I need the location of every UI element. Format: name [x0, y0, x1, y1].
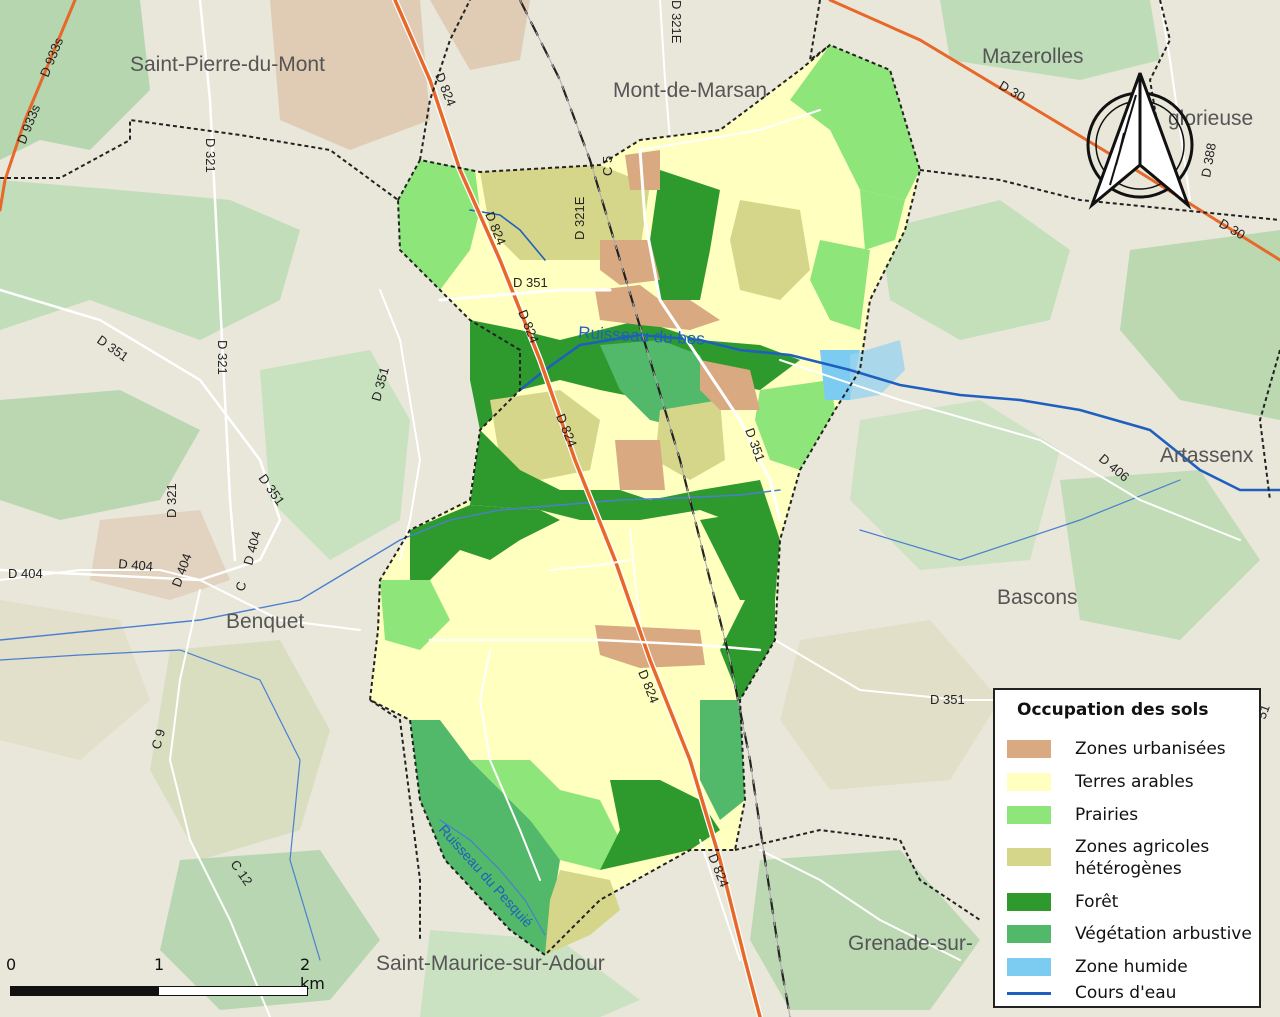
- legend-swatch: [1007, 848, 1051, 866]
- legend: Occupation des sols Zones urbanisées Ter…: [993, 688, 1261, 1008]
- road-c5: C 5: [600, 156, 615, 176]
- legend-item-forest: Forêt: [1007, 887, 1257, 917]
- legend-item-water: Cours d'eau: [1007, 978, 1257, 1008]
- road-d351-a: D 351: [513, 275, 548, 290]
- scale-segment-filled: [10, 986, 160, 996]
- legend-label: Zones urbanisées: [1075, 739, 1226, 759]
- place-benquet: Benquet: [226, 610, 304, 633]
- legend-item-urban: Zones urbanisées: [1007, 734, 1257, 764]
- place-mazerolles: Mazerolles: [982, 45, 1084, 68]
- legend-label: Prairies: [1075, 805, 1139, 825]
- place-mont-de-marsan: Mont-de-Marsan: [613, 79, 767, 102]
- legend-label: Forêt: [1075, 892, 1119, 912]
- legend-swatch: [1007, 773, 1051, 791]
- scale-label-0: 0: [6, 955, 17, 974]
- road-d321-c: D 321: [164, 483, 179, 518]
- road-d321-b: D 321: [215, 340, 230, 375]
- scale-segment-empty: [158, 986, 308, 996]
- place-artassenx: Artassenx: [1160, 444, 1254, 467]
- legend-swatch: [1007, 958, 1051, 976]
- legend-label: Zone humide: [1075, 957, 1188, 977]
- legend-item-shrub: Végétation arbustive: [1007, 919, 1257, 949]
- legend-swatch: [1007, 740, 1051, 758]
- legend-swatch: [1007, 806, 1051, 824]
- place-grenade: Grenade-sur-: [848, 932, 973, 955]
- legend-label: Zones agricoles: [1075, 837, 1210, 857]
- scale-bar: 0 1 2 km: [6, 955, 325, 1005]
- legend-label: Terres arables: [1075, 772, 1194, 792]
- place-saint-maurice: Saint-Maurice-sur-Adour: [376, 952, 605, 975]
- road-d321-a: D 321: [203, 138, 218, 173]
- scale-label-1: 1: [154, 955, 165, 974]
- legend-swatch: [1007, 893, 1051, 911]
- legend-swatch: [1007, 925, 1051, 943]
- legend-title: Occupation des sols: [1017, 700, 1209, 720]
- legend-item-meadow: Prairies: [1007, 800, 1257, 830]
- legend-item-heterogeneous: Zones agricoles hétérogènes: [1007, 832, 1257, 882]
- legend-item-arable: Terres arables: [1007, 767, 1257, 797]
- place-saint-pierre: Saint-Pierre-du-Mont: [130, 53, 325, 76]
- road-d404-b: D 404: [118, 556, 154, 574]
- place-bascons: Bascons: [997, 586, 1078, 609]
- legend-label: Cours d'eau: [1075, 983, 1177, 1003]
- legend-line: [1007, 992, 1051, 995]
- road-d321e-top: D 321E: [669, 0, 684, 44]
- road-d351-f: D 351: [930, 692, 965, 707]
- road-d321e-mid: D 321E: [572, 196, 587, 240]
- legend-label-line2: hétérogènes: [1075, 859, 1182, 879]
- legend-label: Végétation arbustive: [1075, 924, 1252, 944]
- road-d404-a: D 404: [8, 566, 43, 581]
